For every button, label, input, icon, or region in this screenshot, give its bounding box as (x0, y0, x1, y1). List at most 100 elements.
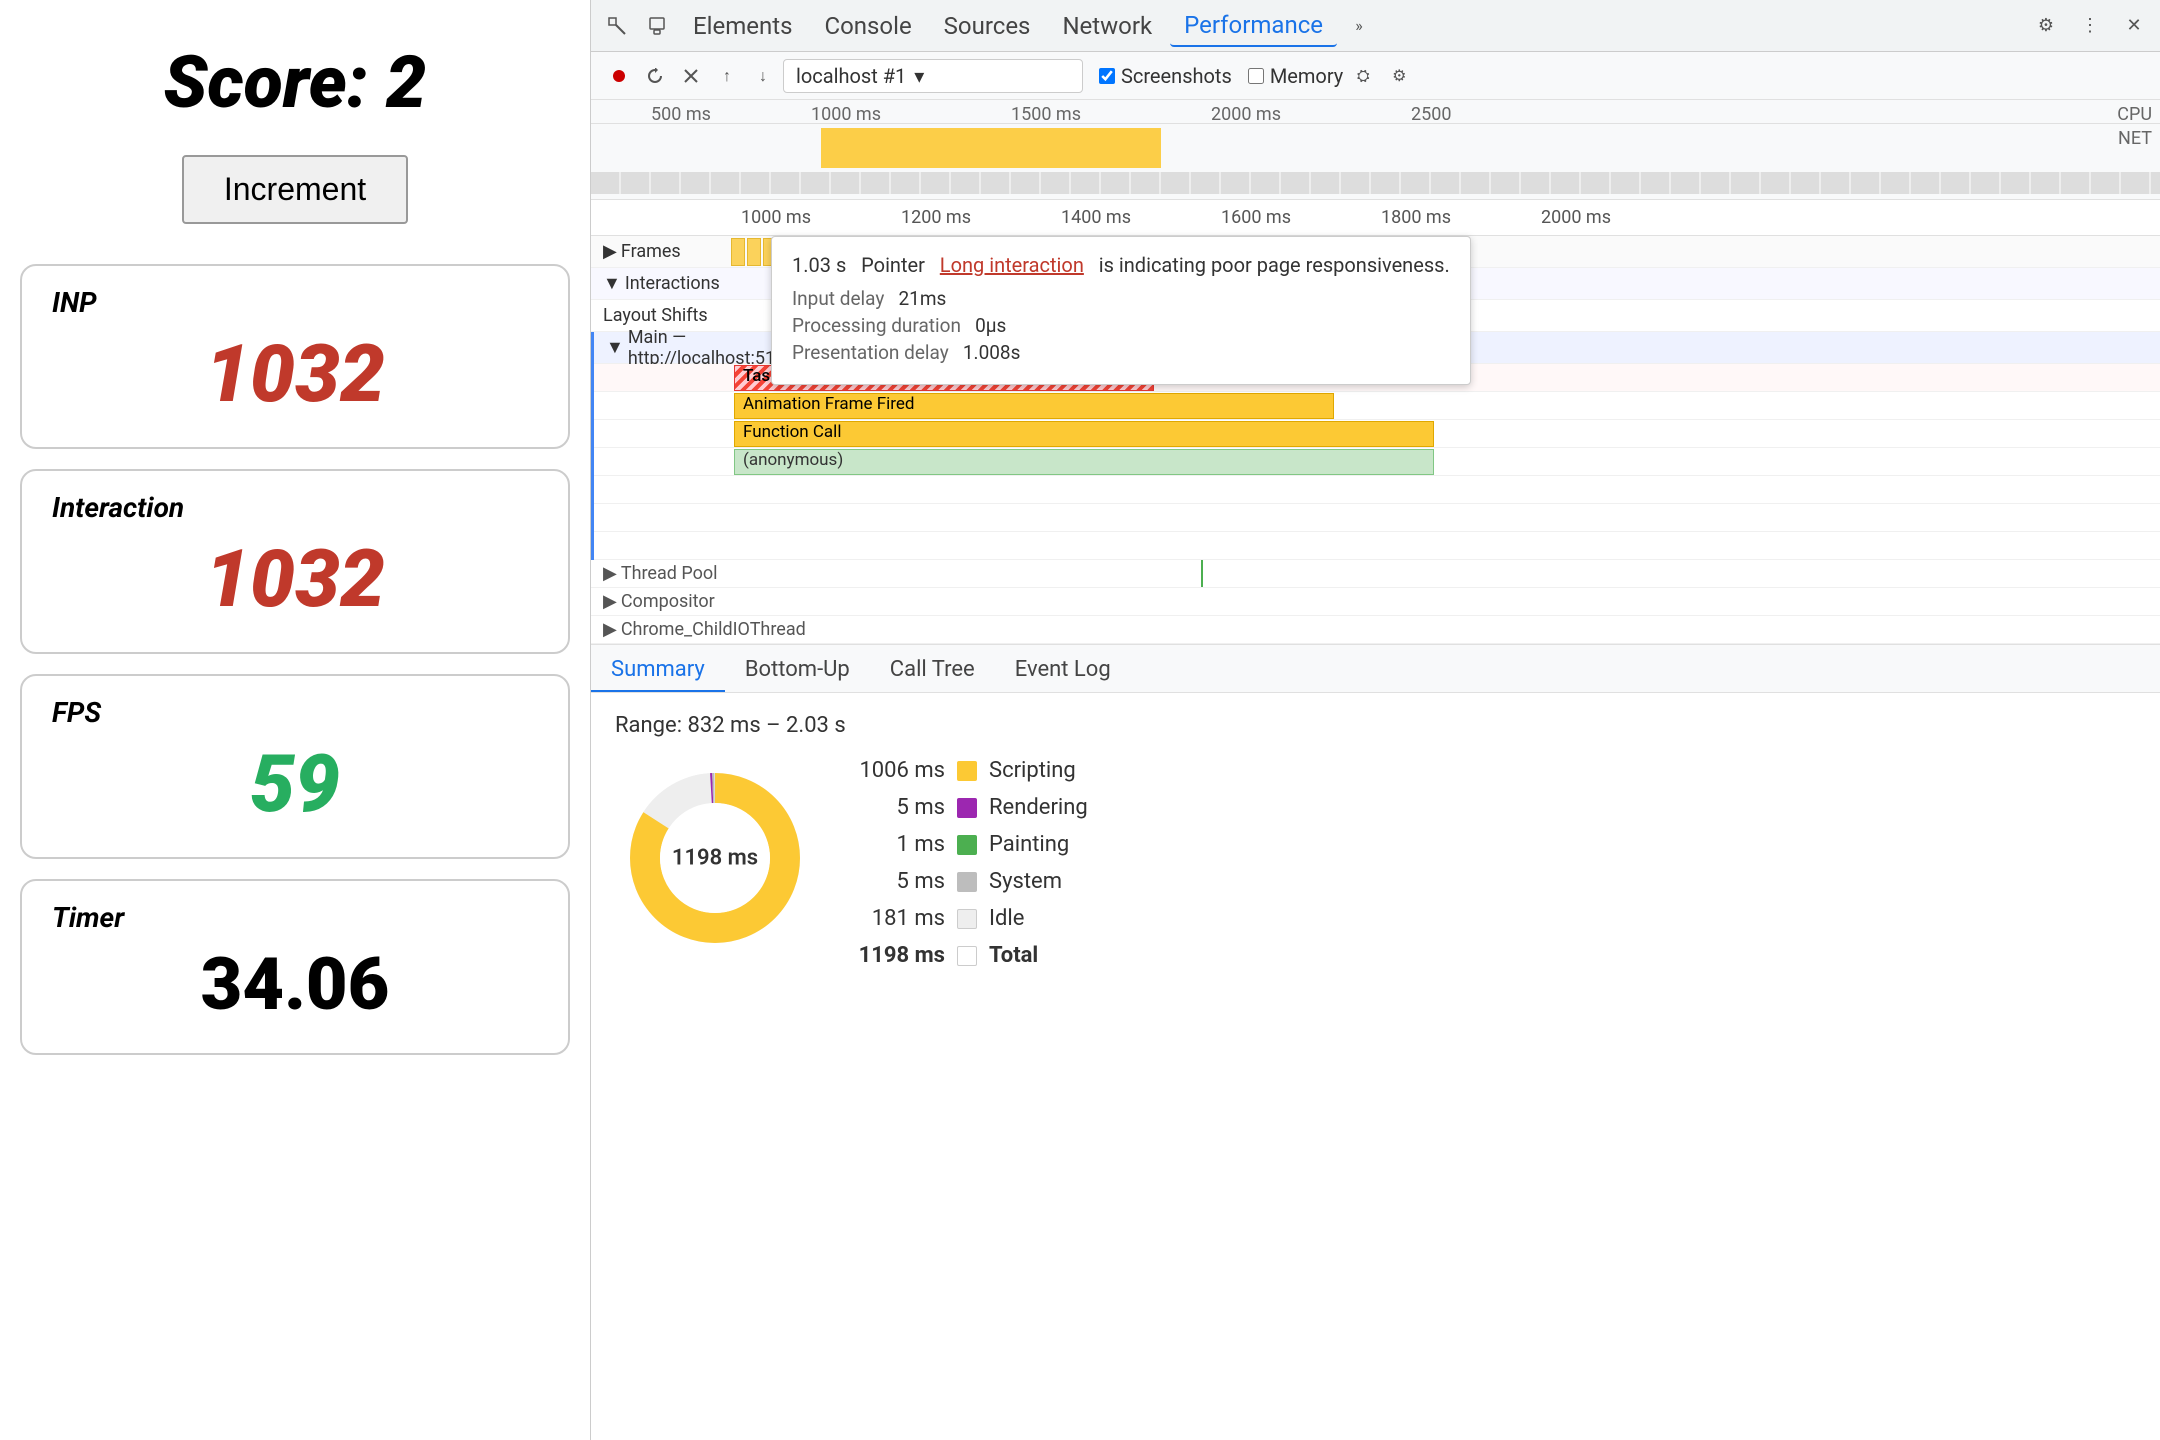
bottom-content: Range: 832 ms – 2.03 s (591, 693, 2160, 1440)
legend-painting-value: 1 ms (855, 832, 945, 857)
main-timeline-area: 1000 ms 1200 ms 1400 ms 1600 ms 1800 ms … (591, 200, 2160, 645)
legend-scripting: 1006 ms Scripting (855, 758, 1088, 783)
clear-btn[interactable] (675, 60, 707, 92)
left-panel: Score: 2 Increment INP 1032 Interaction … (0, 0, 590, 1440)
increment-button[interactable]: Increment (182, 155, 408, 224)
tooltip-type: Pointer (861, 253, 925, 277)
tooltip-processing-value: 0μs (975, 314, 1006, 337)
memory-checkbox[interactable] (1248, 68, 1264, 84)
tab-sources[interactable]: Sources (930, 6, 1045, 46)
tab-performance[interactable]: Performance (1170, 5, 1337, 47)
tooltip-processing: Processing duration 0μs (792, 314, 1450, 337)
capture-settings-btn[interactable]: ⛭ (1347, 60, 1379, 92)
settings-icon[interactable]: ⚙ (2028, 8, 2064, 44)
legend-rendering-value: 5 ms (855, 795, 945, 820)
legend-scripting-color (957, 761, 977, 781)
frames-label[interactable]: ▶ Frames (591, 241, 731, 262)
legend-scripting-name: Scripting (989, 758, 1076, 783)
legend-idle-value: 181 ms (855, 906, 945, 931)
legend-total-value: 1198 ms (855, 943, 945, 968)
layout-shifts-label[interactable]: Layout Shifts (591, 305, 731, 326)
anonymous-label: (anonymous) (735, 450, 843, 470)
more-tabs-icon[interactable]: » (1341, 8, 1377, 44)
tab-event-log[interactable]: Event Log (995, 645, 1131, 692)
compositor-row[interactable]: ▶ Compositor (591, 588, 2160, 616)
legend-painting: 1 ms Painting (855, 832, 1088, 857)
legend-rendering: 5 ms Rendering (855, 795, 1088, 820)
ruler-tick-2500: 2500 (1411, 104, 1451, 125)
legend-idle: 181 ms Idle (855, 906, 1088, 931)
main-thread-label[interactable]: ▼ Main — http://localhost:51 (594, 327, 734, 369)
legend-total-color (957, 946, 977, 966)
tab-console[interactable]: Console (810, 6, 925, 46)
tab-call-tree[interactable]: Call Tree (870, 645, 995, 692)
cpu-label: CPU (2117, 104, 2152, 125)
tooltip-input-delay-value: 21ms (898, 287, 946, 310)
chrome-child-label[interactable]: ▶ Chrome_ChildIOThread (591, 619, 731, 640)
tab-summary[interactable]: Summary (591, 645, 725, 692)
upload-btn[interactable]: ↑ (711, 60, 743, 92)
thread-pool-expand: ▶ (603, 563, 617, 584)
timer-value: 34.06 (52, 942, 538, 1027)
thread-pool-marker (1201, 560, 1203, 587)
inp-card: INP 1032 (20, 264, 570, 449)
tooltip-link[interactable]: Long interaction (940, 253, 1084, 277)
tab-network[interactable]: Network (1048, 6, 1166, 46)
time-1400: 1400 ms (1061, 207, 1131, 228)
ruler-tick-2000: 2000 ms (1211, 104, 1281, 125)
legend-idle-color (957, 909, 977, 929)
empty-row-2 (594, 504, 2160, 532)
thread-pool-row[interactable]: ▶ Thread Pool (591, 560, 2160, 588)
screenshots-checkbox-group: Screenshots (1099, 64, 1232, 88)
download-btn[interactable]: ↓ (747, 60, 779, 92)
animation-frame-label: Animation Frame Fired (735, 394, 915, 414)
interaction-tooltip: 1.03 s Pointer Long interaction is indic… (771, 236, 1471, 385)
performance-settings-btn[interactable]: ⚙ (1383, 60, 1415, 92)
thread-pool-content (731, 560, 2160, 587)
thread-pool-label[interactable]: ▶ Thread Pool (591, 563, 731, 584)
more-options-icon[interactable]: ⋮ (2072, 8, 2108, 44)
fps-card: FPS 59 (20, 674, 570, 859)
url-selector[interactable]: localhost #1 ▾ (783, 59, 1083, 93)
bottom-panel: Summary Bottom-Up Call Tree Event Log Ra… (591, 645, 2160, 1440)
frame-block (731, 238, 745, 266)
interaction-value: 1032 (52, 532, 538, 626)
tab-elements[interactable]: Elements (679, 6, 806, 46)
legend-total-name: Total (989, 943, 1038, 968)
reload-record-btn[interactable] (639, 60, 671, 92)
inp-value: 1032 (52, 327, 538, 421)
url-dropdown-icon: ▾ (914, 64, 924, 88)
interaction-card: Interaction 1032 (20, 469, 570, 654)
compositor-label[interactable]: ▶ Compositor (591, 591, 731, 612)
time-1600: 1600 ms (1221, 207, 1291, 228)
tooltip-presentation-value: 1.008s (963, 341, 1021, 364)
inspect-icon[interactable] (599, 8, 635, 44)
legend-rendering-name: Rendering (989, 795, 1088, 820)
ruler-tick-1500: 1500 ms (1011, 104, 1081, 125)
bottom-tab-bar: Summary Bottom-Up Call Tree Event Log (591, 645, 2160, 693)
function-call-label: Function Call (735, 422, 841, 442)
interactions-label[interactable]: ▼ Interactions (591, 273, 731, 294)
legend-system-name: System (989, 869, 1062, 894)
screenshots-checkbox[interactable] (1099, 68, 1115, 84)
record-btn[interactable] (603, 60, 635, 92)
legend-rendering-color (957, 798, 977, 818)
timer-card: Timer 34.06 (20, 879, 570, 1055)
legend-scripting-value: 1006 ms (855, 758, 945, 783)
legend-system-color (957, 872, 977, 892)
tab-bottom-up[interactable]: Bottom-Up (725, 645, 870, 692)
timeline-ruler-overview: 500 ms 1000 ms 1500 ms 2000 ms 2500 CPU … (591, 100, 2160, 124)
tooltip-input-delay: Input delay 21ms (792, 287, 1450, 310)
frame-block (747, 238, 761, 266)
close-icon[interactable]: ✕ (2116, 8, 2152, 44)
device-icon[interactable] (639, 8, 675, 44)
overview-timeline[interactable]: 500 ms 1000 ms 1500 ms 2000 ms 2500 CPU … (591, 100, 2160, 200)
chrome-child-row[interactable]: ▶ Chrome_ChildIOThread (591, 616, 2160, 644)
anonymous-row: (anonymous) (594, 448, 2160, 476)
cpu-bar (821, 128, 1161, 168)
devtools-tab-bar: Elements Console Sources Network Perform… (591, 0, 2160, 52)
tooltip-input-delay-label: Input delay (792, 287, 884, 310)
score-title: Score: 2 (164, 40, 427, 125)
tooltip-time: 1.03 s (792, 253, 846, 277)
legend-total: 1198 ms Total (855, 943, 1088, 968)
